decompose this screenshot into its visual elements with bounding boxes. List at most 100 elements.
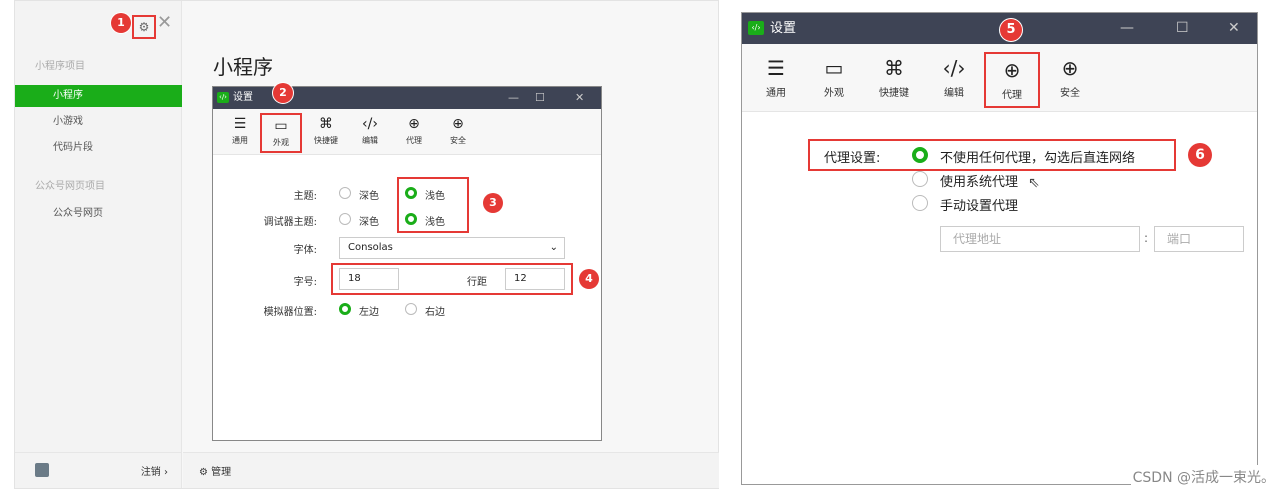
minimize-button[interactable]: — (508, 87, 519, 109)
tab-label: 安全 (450, 136, 466, 145)
chevron-down-icon: ⌄ (549, 242, 558, 253)
font-select-value: Consolas (348, 242, 393, 253)
manual-proxy-label: 手动设置代理 (940, 199, 1019, 214)
tab-security[interactable]: ⊕ 安全 (1042, 52, 1098, 108)
system-proxy-radio[interactable] (912, 171, 928, 187)
left-screenshot: ⚙ ✕ 1 小程序项目 小程序 小游戏 代码片段 公众号网页项目 公众号网页 注… (14, 0, 719, 489)
app-logo-icon: ‹/› (217, 92, 229, 103)
theme-dark-radio[interactable] (339, 187, 351, 199)
tab-shortcuts[interactable]: ⌘ 快捷键 (305, 113, 347, 153)
command-icon: ⌘ (319, 116, 333, 132)
tab-proxy[interactable]: ⊕ 代理 (984, 52, 1040, 108)
step-badge-2: 2 (273, 83, 293, 103)
close-icon[interactable]: ✕ (157, 12, 172, 33)
window-icon: ▭ (824, 56, 844, 80)
tab-label: 外观 (824, 88, 844, 99)
settings-gear-icon[interactable]: ⚙ (132, 15, 156, 39)
system-proxy-label: 使用系统代理 (940, 175, 1019, 190)
debugger-dark-label: 深色 (359, 217, 379, 228)
settings-window-large: ‹/› 设置 — ☐ ✕ 5 ☰ 通用 ▭ 外观 ⌘ 快捷键 ‹/› 编辑 ⊕ … (741, 12, 1258, 485)
window-icon: ▭ (274, 118, 288, 134)
settings-title: 设置 (770, 21, 797, 36)
debugger-theme-label: 调试器主题: (263, 217, 317, 228)
settings-toolbar: ☰ 通用 ▭ 外观 ⌘ 快捷键 ‹/› 编辑 ⊕ 代理 ⊕ 安全 (742, 44, 1257, 112)
sidebar-item-minigame[interactable]: 小游戏 (15, 111, 182, 133)
theme-label: 主题: (293, 191, 317, 202)
font-size-label: 字号: (293, 277, 317, 288)
minimize-button[interactable]: — (1120, 13, 1134, 44)
tab-label: 编辑 (944, 88, 964, 99)
tab-security[interactable]: ⊕ 安全 (437, 113, 479, 153)
settings-titlebar: ‹/› 设置 — ☐ ✕ (213, 87, 601, 109)
simulator-position-label: 模拟器位置: (263, 307, 317, 318)
tab-label: 代理 (1002, 90, 1022, 101)
tab-editor[interactable]: ‹/› 编辑 (349, 113, 391, 153)
sidebar-item-miniprogram[interactable]: 小程序 (15, 85, 182, 107)
settings-title: 设置 (233, 92, 253, 103)
watermark: CSDN @活成一束光。 (1130, 465, 1277, 489)
settings-window-small: ‹/› 设置 — ☐ ✕ 2 ☰ 通用 ▭ 外观 ⌘ 快捷键 ‹/› 编辑 ⊕ … (212, 83, 602, 441)
font-select[interactable]: Consolas ⌄ (339, 237, 565, 259)
simulator-right-radio[interactable] (405, 303, 417, 315)
maximize-button[interactable]: ☐ (1176, 13, 1189, 44)
step-badge-4: 4 (579, 269, 599, 289)
globe-icon: ⊕ (1003, 58, 1021, 82)
simulator-left-label: 左边 (359, 307, 379, 318)
tab-label: 通用 (232, 136, 248, 145)
cursor-icon: ⇖ (1028, 175, 1040, 191)
tab-label: 外观 (273, 138, 289, 147)
maximize-button[interactable]: ☐ (535, 87, 545, 109)
step-badge-3: 3 (483, 193, 503, 213)
close-button[interactable]: ✕ (575, 87, 584, 109)
main-footer: ⚙ 管理 (183, 452, 719, 488)
sidebar-item-official-web[interactable]: 公众号网页 (15, 203, 182, 225)
close-button[interactable]: ✕ (1228, 13, 1240, 44)
command-icon: ⌘ (884, 56, 904, 80)
settings-toolbar: ☰ 通用 ▭ 外观 ⌘ 快捷键 ‹/› 编辑 ⊕ 代理 ⊕ 安全 (213, 109, 601, 155)
theme-dark-label: 深色 (359, 191, 379, 202)
page-title: 小程序 (213, 55, 273, 79)
code-icon: ‹/› (942, 56, 966, 80)
highlight-box-font-size (331, 263, 573, 295)
simulator-right-label: 右边 (425, 307, 445, 318)
debugger-dark-radio[interactable] (339, 213, 351, 225)
proxy-address-input[interactable]: 代理地址 (940, 226, 1140, 252)
step-badge-6: 6 (1188, 143, 1212, 167)
tab-label: 代理 (406, 136, 422, 145)
logout-button[interactable]: 注销 › (141, 463, 168, 478)
font-label: 字体: (293, 245, 317, 256)
step-badge-5: 5 (1000, 19, 1022, 41)
proxy-port-input[interactable]: 端口 (1154, 226, 1244, 252)
no-proxy-radio[interactable] (912, 147, 928, 163)
tab-general[interactable]: ☰ 通用 (748, 52, 804, 108)
step-badge-1: 1 (111, 13, 131, 33)
manual-proxy-radio[interactable] (912, 195, 928, 211)
manage-button[interactable]: ⚙ 管理 (199, 463, 231, 478)
sidebar-footer: 注销 › (15, 452, 182, 488)
tab-label: 通用 (766, 88, 786, 99)
sidebar-section-official: 公众号网页项目 (35, 181, 105, 192)
sidebar-item-code-snippet[interactable]: 代码片段 (15, 137, 182, 159)
manage-label: 管理 (211, 467, 232, 478)
app-logo-icon: ‹/› (748, 21, 764, 35)
simulator-left-radio[interactable] (339, 303, 351, 315)
general-icon: ☰ (767, 56, 785, 80)
tab-label: 快捷键 (879, 88, 909, 99)
tab-editor[interactable]: ‹/› 编辑 (926, 52, 982, 108)
gear-icon: ⚙ (199, 467, 212, 478)
avatar[interactable] (35, 463, 49, 477)
general-icon: ☰ (233, 116, 247, 132)
proxy-settings-label: 代理设置: (824, 151, 881, 166)
tab-label: 安全 (1060, 88, 1080, 99)
tab-appearance[interactable]: ▭ 外观 (260, 113, 302, 153)
tab-shortcuts[interactable]: ⌘ 快捷键 (866, 52, 922, 108)
tab-general[interactable]: ☰ 通用 (219, 113, 261, 153)
tab-label: 编辑 (362, 136, 378, 145)
code-icon: ‹/› (362, 116, 378, 132)
colon-separator: : (1144, 231, 1149, 245)
no-proxy-label: 不使用任何代理，勾选后直连网络 (940, 151, 1136, 166)
shield-icon: ⊕ (452, 116, 464, 132)
highlight-box-theme (397, 177, 469, 233)
tab-proxy[interactable]: ⊕ 代理 (393, 113, 435, 153)
tab-appearance[interactable]: ▭ 外观 (806, 52, 862, 108)
